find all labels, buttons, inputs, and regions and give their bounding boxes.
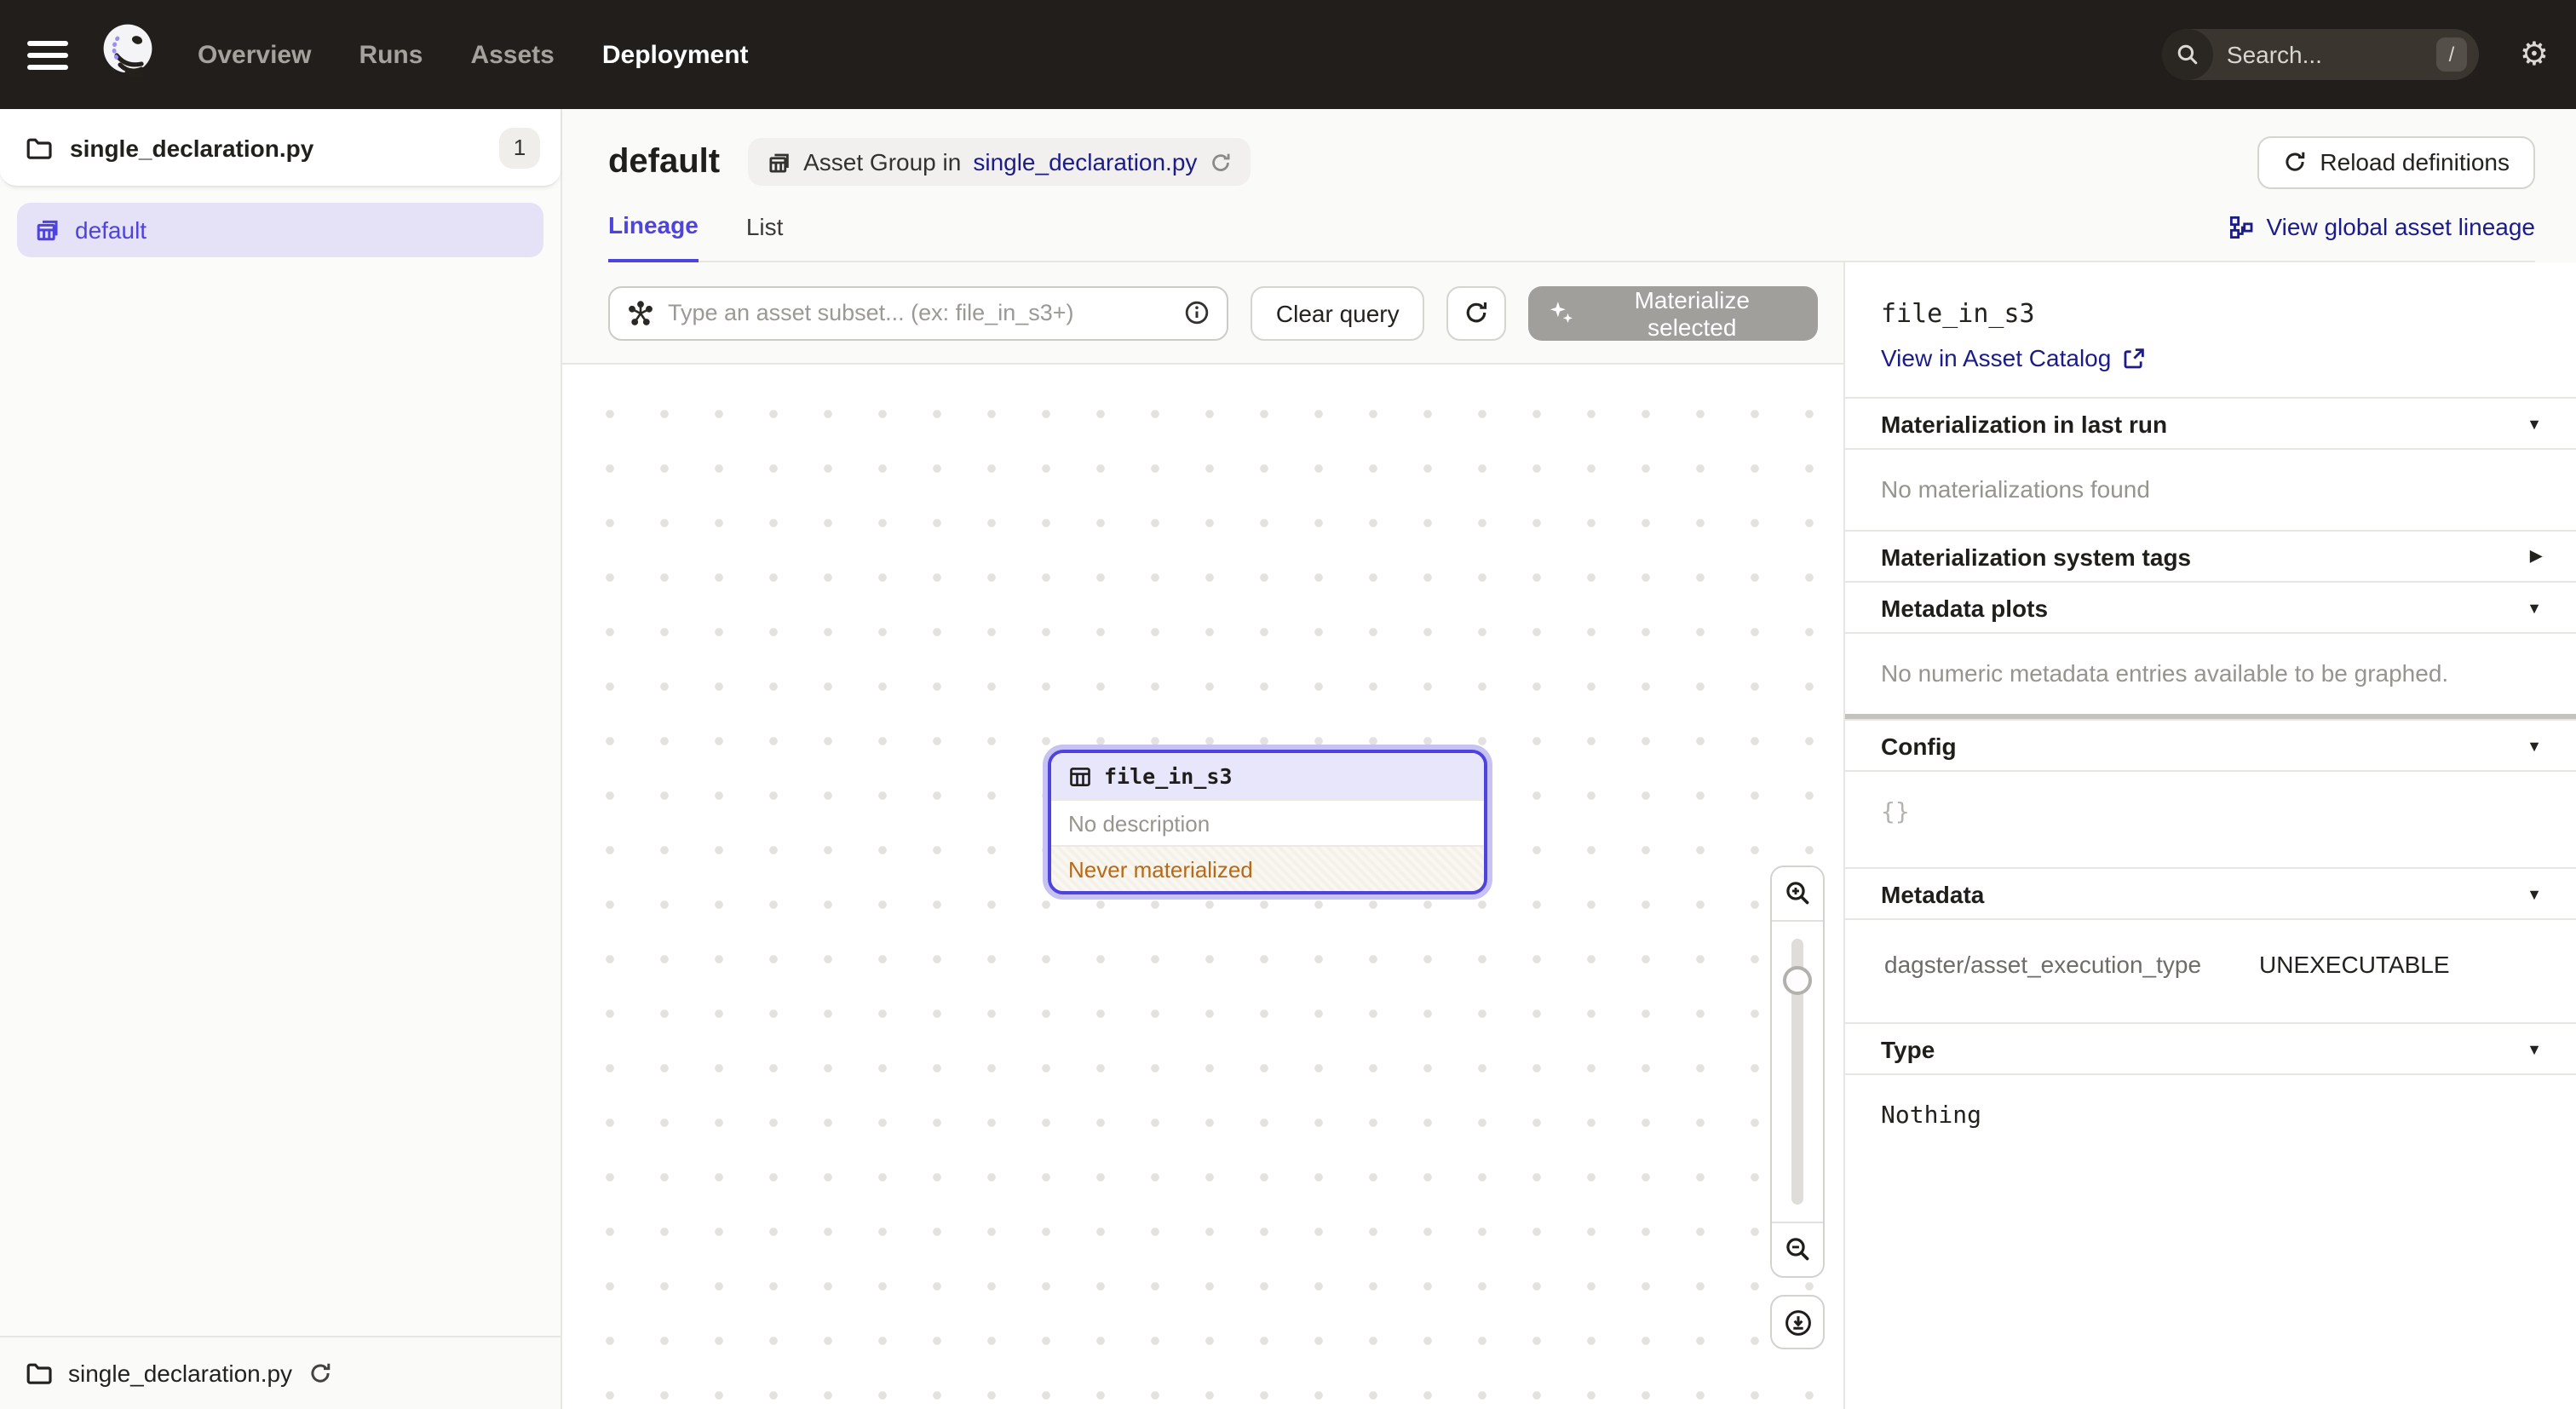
caret-down-icon: ▼ xyxy=(2527,415,2542,432)
sparkle-icon xyxy=(1550,300,1575,325)
nav-item-assets[interactable]: Assets xyxy=(470,40,554,69)
repo-link[interactable]: single_declaration.py xyxy=(973,148,1197,175)
section-metadata-plots[interactable]: Metadata plots ▼ xyxy=(1845,581,2576,632)
metadata-plots-empty-state: No numeric metadata entries available to… xyxy=(1845,632,2576,714)
asset-subset-input[interactable] xyxy=(668,300,1170,325)
nav-right-group: / ⚙ xyxy=(2162,29,2549,80)
caret-down-icon: ▼ xyxy=(2527,599,2542,616)
download-image-button[interactable] xyxy=(1770,1295,1825,1349)
group-name: default xyxy=(75,216,147,244)
main-header: default Asset Group in single_declaratio… xyxy=(562,109,2576,262)
zoom-slider-handle[interactable] xyxy=(1783,966,1812,995)
tab-list[interactable]: List xyxy=(746,213,784,261)
metadata-row: dagster/asset_execution_type UNEXECUTABL… xyxy=(1884,951,2542,978)
sidebar-footer: single_declaration.py xyxy=(0,1336,561,1409)
zoom-in-button[interactable] xyxy=(1772,867,1823,922)
asset-node-header: file_in_s3 xyxy=(1051,753,1484,799)
nav-item-runs[interactable]: Runs xyxy=(359,40,423,69)
tab-bar: Lineage List View global asset lineage xyxy=(608,211,2535,262)
type-value: Nothing xyxy=(1845,1073,2576,1164)
info-icon[interactable] xyxy=(1184,300,1210,325)
section-type[interactable]: Type ▼ xyxy=(1845,1022,2576,1073)
lineage-canvas[interactable]: file_in_s3 No description Never material… xyxy=(562,363,1843,1409)
reload-definitions-button[interactable]: Reload definitions xyxy=(2257,135,2535,188)
asset-subset-query[interactable] xyxy=(608,285,1228,340)
section-materialization-last-run[interactable]: Materialization in last run ▼ xyxy=(1845,397,2576,448)
lineage-graph-icon xyxy=(2229,214,2255,239)
asset-node-description: No description xyxy=(1051,799,1484,845)
refresh-icon[interactable] xyxy=(308,1361,331,1385)
asset-group-icon xyxy=(34,216,61,244)
asset-detail-panel: file_in_s3 View in Asset Catalog xyxy=(1843,262,2576,1409)
global-search[interactable]: / xyxy=(2162,29,2479,80)
metadata-table: dagster/asset_execution_type UNEXECUTABL… xyxy=(1845,918,2576,1022)
refresh-graph-button[interactable] xyxy=(1447,285,1507,340)
materialization-empty-state: No materializations found xyxy=(1845,448,2576,530)
hamburger-menu-icon[interactable] xyxy=(27,40,68,69)
tab-lineage[interactable]: Lineage xyxy=(608,211,699,262)
nav-item-overview[interactable]: Overview xyxy=(198,40,311,69)
table-icon xyxy=(1068,764,1092,788)
section-config[interactable]: Config ▼ xyxy=(1845,719,2576,770)
lineage-toolbar: Clear query Materialize select xyxy=(562,262,1843,363)
refresh-icon[interactable] xyxy=(1209,151,1231,173)
primary-nav: Overview Runs Assets Deployment xyxy=(198,40,749,69)
nav-item-deployment[interactable]: Deployment xyxy=(602,40,749,69)
caret-right-icon: ▶ xyxy=(2530,547,2542,566)
op-selection-icon xyxy=(627,299,654,326)
page-title: default xyxy=(608,142,720,181)
materialize-selected-button[interactable]: Materialize selected xyxy=(1529,285,1818,340)
metadata-value: UNEXECUTABLE xyxy=(2259,951,2450,978)
asset-node-name: file_in_s3 xyxy=(1104,763,1233,789)
caret-down-icon: ▼ xyxy=(2527,737,2542,754)
main-area: default Asset Group in single_declaratio… xyxy=(562,109,2576,1409)
search-icon xyxy=(2162,29,2213,80)
refresh-icon xyxy=(2282,150,2306,174)
sidebar: single_declaration.py 1 default single_d… xyxy=(0,109,562,1409)
asset-group-icon xyxy=(766,149,791,175)
repo-asset-count-badge: 1 xyxy=(499,127,540,168)
asset-group-badge-text: Asset Group in xyxy=(803,148,961,175)
section-materialization-system-tags[interactable]: Materialization system tags ▶ xyxy=(1845,530,2576,581)
section-metadata[interactable]: Metadata ▼ xyxy=(1845,867,2576,918)
footer-repo-name: single_declaration.py xyxy=(68,1360,292,1387)
asset-node-file-in-s3[interactable]: file_in_s3 No description Never material… xyxy=(1043,745,1492,900)
asset-node-status: Never materialized xyxy=(1051,845,1484,891)
panel-asset-title: file_in_s3 xyxy=(1881,298,2542,329)
settings-gear-icon[interactable]: ⚙ xyxy=(2520,38,2549,71)
folder-icon xyxy=(26,1360,53,1387)
search-shortcut-key: / xyxy=(2436,37,2467,72)
caret-down-icon: ▼ xyxy=(2527,1040,2542,1057)
repo-name: single_declaration.py xyxy=(70,134,313,161)
config-value: {} xyxy=(1845,770,2576,867)
view-global-asset-lineage-link[interactable]: View global asset lineage xyxy=(2229,213,2536,261)
zoom-out-button[interactable] xyxy=(1772,1222,1823,1276)
zoom-slider[interactable] xyxy=(1772,922,1823,1222)
metadata-key: dagster/asset_execution_type xyxy=(1884,951,2259,978)
sidebar-repo-row[interactable]: single_declaration.py 1 xyxy=(0,109,561,187)
asset-group-badge: Asset Group in single_declaration.py xyxy=(747,138,1250,186)
view-in-asset-catalog-link[interactable]: View in Asset Catalog xyxy=(1881,344,2542,371)
zoom-controls xyxy=(1770,866,1825,1349)
sidebar-item-default-group[interactable]: default xyxy=(17,203,543,257)
lineage-section: Clear query Materialize select xyxy=(562,262,1843,1409)
caret-down-icon: ▼ xyxy=(2527,885,2542,902)
search-input[interactable] xyxy=(2213,41,2436,68)
dagster-logo-icon[interactable] xyxy=(95,20,160,89)
top-nav: Overview Runs Assets Deployment / ⚙ xyxy=(0,0,2576,109)
folder-icon xyxy=(26,134,53,161)
clear-query-button[interactable]: Clear query xyxy=(1251,285,1425,340)
app: Overview Runs Assets Deployment / ⚙ sin xyxy=(0,0,2576,1409)
external-link-icon xyxy=(2123,347,2145,369)
